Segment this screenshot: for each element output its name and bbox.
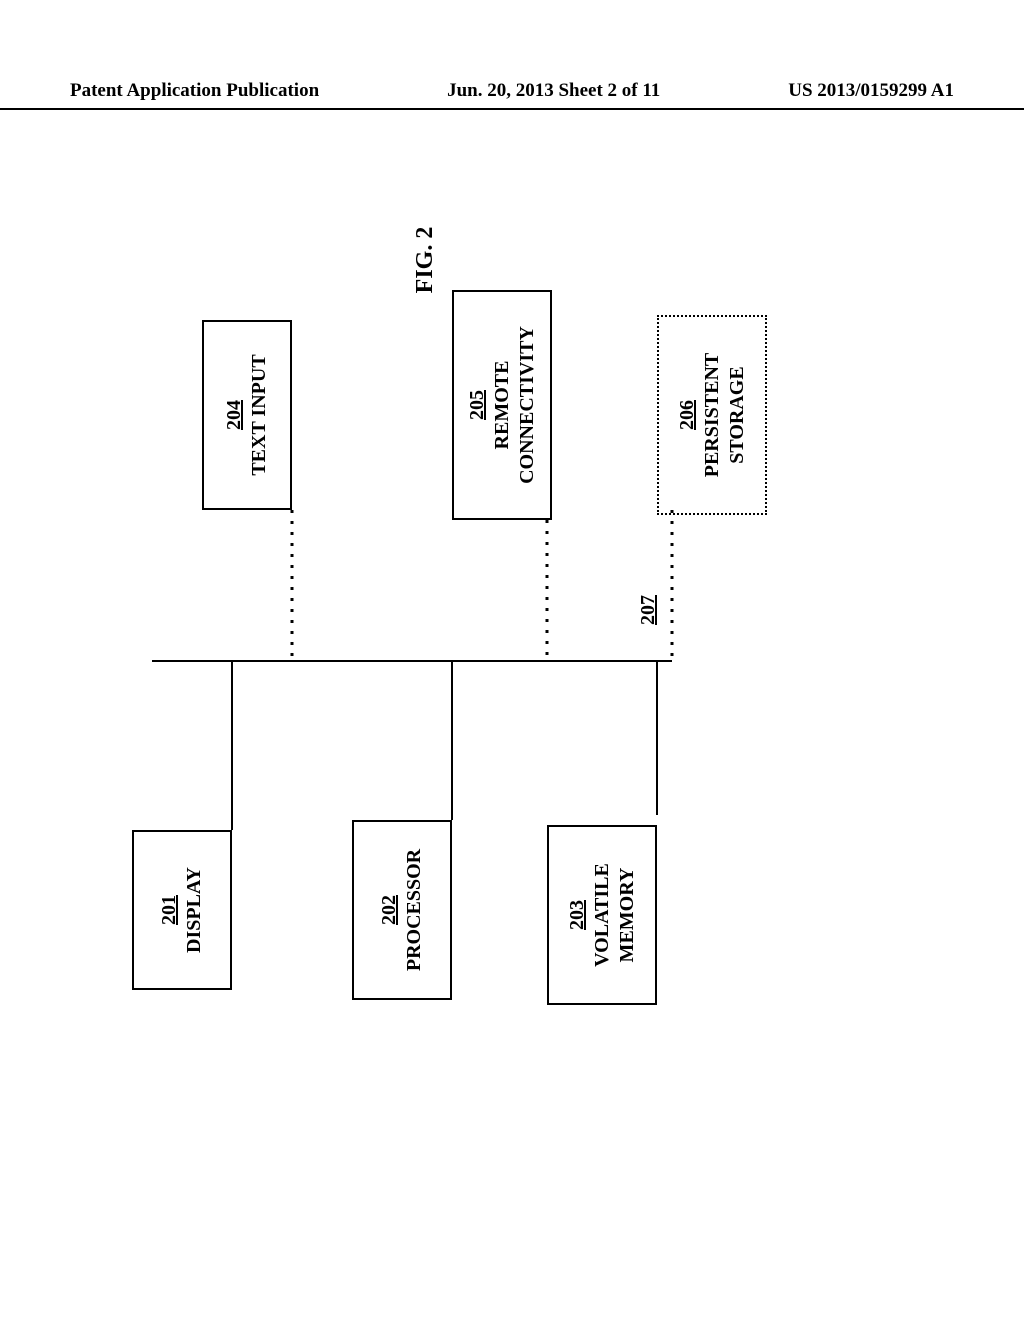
ref-204: 204 (222, 400, 247, 430)
ref-202: 202 (377, 895, 402, 925)
box-remote: 205 REMOTE CONNECTIVITY (452, 290, 552, 520)
bus-ref-207: 207 (637, 580, 667, 640)
page-header: Patent Application Publication Jun. 20, … (0, 80, 1024, 110)
box-display: 201 DISPLAY (132, 830, 232, 990)
ref-203: 203 (565, 900, 590, 930)
ref-201: 201 (157, 895, 182, 925)
stub-display (231, 660, 233, 830)
ref-206: 206 (675, 400, 700, 430)
label-storage: PERSISTENT STORAGE (700, 353, 750, 478)
ref-205: 205 (465, 390, 490, 420)
figure-caption: FIG. 2 (412, 200, 452, 320)
figure-2-diagram: 207 201 DISPLAY 202 PROCESSOR 203 VOLATI… (112, 200, 912, 1100)
label-textinput: TEXT INPUT (247, 354, 272, 475)
header-left: Patent Application Publication (70, 80, 319, 102)
stub-remote (544, 520, 550, 660)
bus-line (152, 660, 672, 662)
stub-textinput (289, 510, 295, 660)
stub-memory (656, 660, 658, 815)
label-processor: PROCESSOR (402, 849, 427, 971)
box-memory: 203 VOLATILE MEMORY (547, 825, 657, 1005)
label-remote: REMOTE CONNECTIVITY (490, 326, 540, 484)
box-processor: 202 PROCESSOR (352, 820, 452, 1000)
box-storage: 206 PERSISTENT STORAGE (657, 315, 767, 515)
patent-page: Patent Application Publication Jun. 20, … (0, 0, 1024, 1320)
stub-processor (451, 660, 453, 820)
header-center: Jun. 20, 2013 Sheet 2 of 11 (447, 80, 660, 102)
stub-storage (669, 510, 675, 660)
label-display: DISPLAY (182, 867, 207, 953)
box-textinput: 204 TEXT INPUT (202, 320, 292, 510)
label-memory: VOLATILE MEMORY (590, 863, 640, 967)
header-right: US 2013/0159299 A1 (788, 80, 954, 102)
